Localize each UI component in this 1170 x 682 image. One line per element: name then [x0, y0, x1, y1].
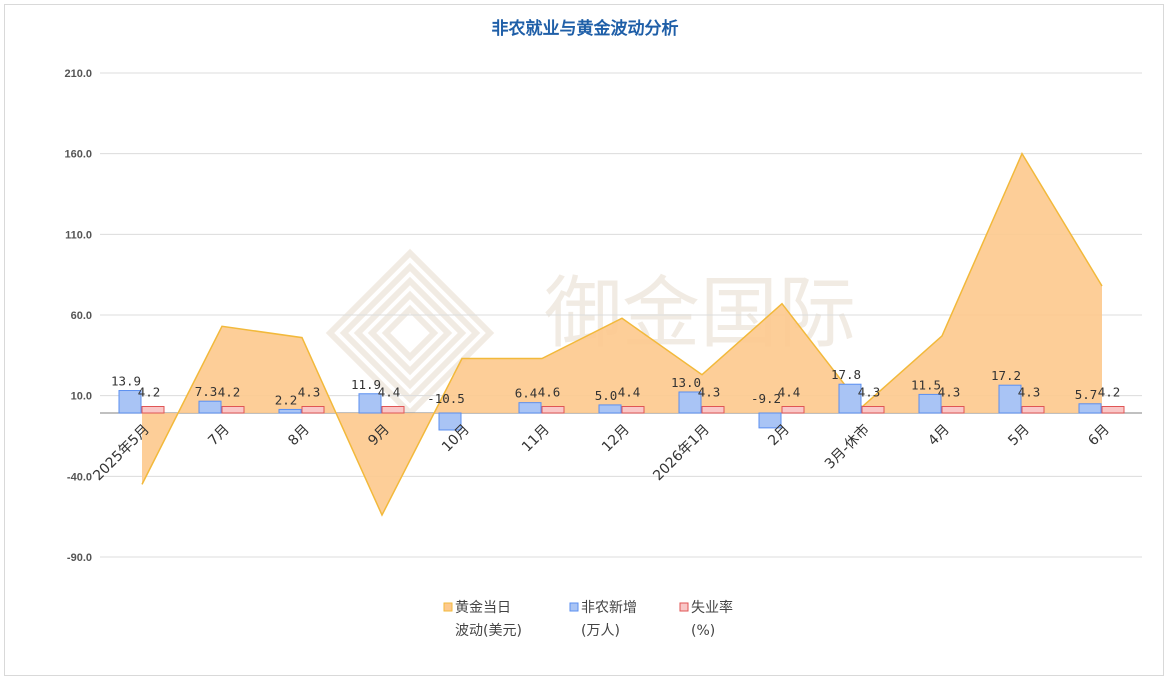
legend-swatch [569, 602, 579, 612]
nfp-data-label: 7.3 [195, 384, 218, 399]
unemployment-data-label: 4.3 [698, 385, 721, 400]
unemployment-bar [621, 406, 645, 414]
gold-area-fill [142, 153, 1102, 516]
y-tick-label: -90.0 [67, 552, 92, 564]
legend-label: 失业率 [691, 599, 733, 616]
nfp-bar [198, 400, 222, 414]
unemployment-bar [701, 406, 725, 414]
unemployment-bar [861, 406, 885, 414]
nfp-data-label: 13.0 [671, 375, 701, 390]
legend-sublabel: (万人) [581, 623, 620, 639]
unemployment-data-label: 4.3 [938, 385, 961, 400]
nfp-data-label: -9.2 [751, 391, 781, 406]
unemployment-data-label: 4.4 [778, 385, 801, 400]
unemployment-bar [781, 406, 805, 414]
legend-swatch [679, 602, 689, 612]
x-tick-label: 8月 [285, 422, 313, 450]
unemployment-bar [541, 406, 565, 414]
x-axis-ticks: 2025年5月 7月 8月 9月 10月 11月 12月 2026年1月 2月 3月-休市 4月 5月… [90, 421, 1113, 484]
unemployment-data-label: 4.4 [378, 385, 401, 400]
chart-title: 非农就业与黄金波动分析 [492, 18, 679, 39]
nfp-data-label: 17.2 [991, 368, 1021, 383]
unemployment-bar [141, 406, 165, 414]
unemployment-data-label: 4.3 [1018, 385, 1041, 400]
unemployment-bar [1101, 406, 1125, 414]
unemployment-data-label: 4.4 [618, 385, 641, 400]
nfp-data-label: 11.9 [351, 377, 381, 392]
y-tick-label: 60.0 [71, 310, 92, 322]
x-tick-label: 11月 [519, 422, 553, 456]
unemployment-data-label: 4.3 [858, 385, 881, 400]
legend-label: 非农新增 [581, 600, 637, 616]
unemployment-bar [381, 406, 405, 414]
unemployment-bar [301, 406, 325, 414]
legend-swatch [443, 602, 453, 612]
unemployment-bar [221, 406, 245, 414]
watermark-diamond [381, 304, 439, 362]
nfp-data-label: 2.2 [275, 392, 298, 407]
unemployment-data-label: 4.2 [218, 385, 241, 400]
y-tick-label: -40.0 [67, 471, 92, 483]
y-tick-label: 210.0 [64, 68, 92, 80]
gold-area-series [141, 152, 1103, 517]
nfp-data-label: 5.7 [1075, 387, 1098, 402]
x-tick-label: 2026年1月 [650, 422, 713, 485]
y-tick-label: 10.0 [71, 391, 92, 403]
x-tick-label: 6月 [1085, 422, 1113, 450]
nfp-data-label: 17.8 [831, 367, 861, 382]
legend-sublabel: (%) [691, 623, 715, 639]
nfp-bar [598, 404, 622, 414]
y-tick-label: 160.0 [64, 149, 92, 161]
y-axis-ticks: 210.0 160.0 110.0 60.0 10.0 -40.0 -90.0 [64, 68, 92, 564]
unemployment-bar [941, 406, 965, 414]
x-tick-label: 5月 [1005, 422, 1033, 450]
nfp-data-label: 11.5 [911, 377, 941, 392]
unemployment-data-label: 4.6 [538, 385, 561, 400]
chart-svg: 非农就业与黄金波动分析 御金国际 210.0160.0110.060.010.0… [64, 18, 1142, 639]
nfp-bar [278, 408, 302, 414]
unemployment-data-label: 4.2 [1098, 385, 1121, 400]
legend: 黄金当日波动(美元) 非农新增 (万人) 失业率 (%) [443, 599, 733, 639]
nfp-data-label: -10.5 [427, 391, 465, 406]
nfp-data-label: 5.0 [595, 388, 618, 403]
unemployment-data-label: 4.3 [298, 385, 321, 400]
unemployment-data-label: 4.2 [138, 385, 161, 400]
nfp-bar [518, 402, 542, 414]
x-tick-label: 3月-休市 [821, 421, 873, 473]
y-tick-label: 110.0 [65, 229, 92, 241]
unemployment-bar [1021, 406, 1045, 414]
legend-sublabel: 波动(美元) [455, 623, 522, 639]
nfp-data-label: 13.9 [111, 374, 141, 389]
nfp-bar [1078, 403, 1102, 414]
legend-label: 黄金当日 [455, 599, 511, 616]
nfp-data-label: 6.4 [515, 386, 538, 401]
x-tick-label: 4月 [925, 422, 953, 450]
x-tick-label: 7月 [205, 422, 233, 450]
x-tick-label: 12月 [599, 422, 633, 456]
